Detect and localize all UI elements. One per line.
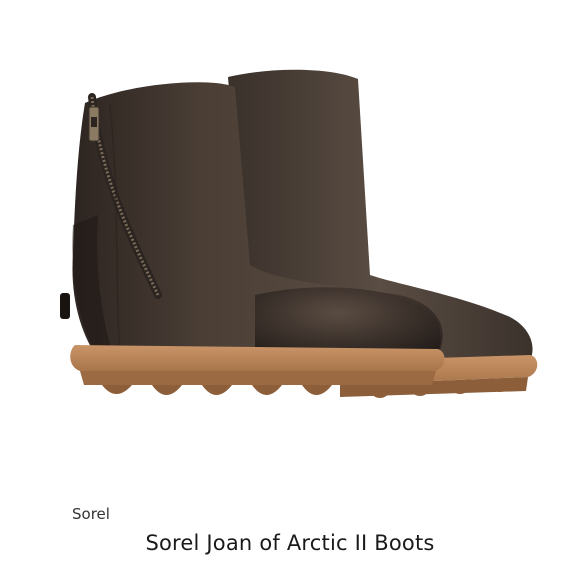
listing-title[interactable]: Sorel Joan of Arctic II Boots bbox=[0, 531, 580, 555]
listing-card[interactable]: Sorel Sorel Joan of Arctic II Boots bbox=[0, 0, 580, 580]
product-photo[interactable] bbox=[40, 55, 550, 495]
brand-label[interactable]: Sorel bbox=[72, 505, 110, 523]
ankle-boot-pair-image bbox=[60, 69, 538, 398]
